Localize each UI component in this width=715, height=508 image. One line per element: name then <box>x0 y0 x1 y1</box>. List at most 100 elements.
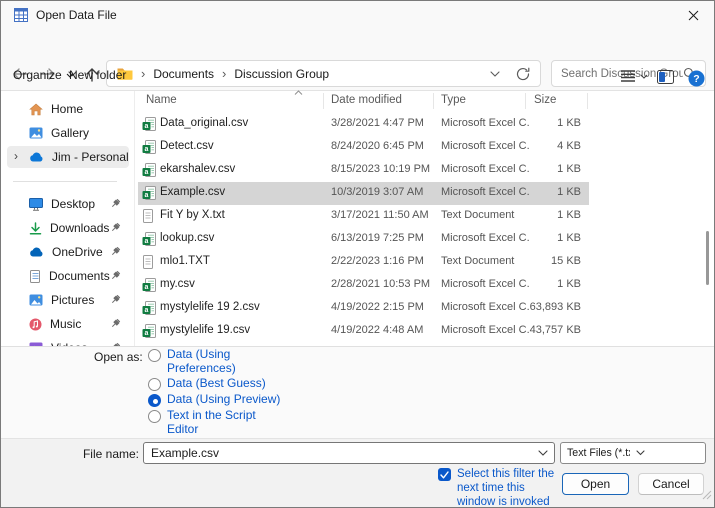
pin-icon <box>111 246 121 256</box>
table-row[interactable]: a my.csv 2/28/2021 10:53 PM Microsoft Ex… <box>138 274 589 297</box>
breadcrumb-separator: › <box>222 66 227 81</box>
file-size: 43,757 KB <box>529 324 581 336</box>
file-name-input[interactable] <box>144 446 536 460</box>
sidebar-item-documents[interactable]: Documents <box>7 265 129 287</box>
file-name: Fit Y by X.txt <box>160 209 225 221</box>
svg-text:a: a <box>144 146 148 153</box>
column-divider[interactable] <box>323 93 324 109</box>
radio-data-using-preview[interactable]: Data (Using Preview) <box>148 392 280 407</box>
pin-icon <box>111 318 121 328</box>
excel-csv-file-icon: a <box>142 324 156 338</box>
file-date-modified: 3/17/2021 11:50 AM <box>331 209 429 221</box>
sidebar-item-music[interactable]: Music <box>7 313 129 335</box>
column-header-type[interactable]: Type <box>441 94 466 106</box>
refresh-icon[interactable] <box>516 67 530 81</box>
close-button[interactable] <box>672 1 714 29</box>
open-button[interactable]: Open <box>562 473 629 495</box>
text-file-icon <box>143 255 153 269</box>
column-divider[interactable] <box>433 93 434 109</box>
file-name: mystylelife 19 2.csv <box>160 301 260 313</box>
table-row[interactable]: a Detect.csv 8/24/2020 6:45 PM Microsoft… <box>138 136 589 159</box>
column-header-name[interactable]: Name <box>146 94 177 106</box>
sidebar-item-gallery[interactable]: Gallery <box>7 122 129 144</box>
column-header-size[interactable]: Size <box>534 94 556 106</box>
file-type-filter-value: Text Files (*.txt;*.csv;*.dat;*.tsv) <box>567 447 630 459</box>
column-header-date-modified[interactable]: Date modified <box>331 94 402 106</box>
radio-icon <box>148 349 161 362</box>
breadcrumb-separator: › <box>141 66 146 81</box>
table-row[interactable]: mlo1.TXT 2/22/2023 1:16 PM Text Document… <box>138 251 589 274</box>
excel-csv-file-icon: a <box>142 163 156 177</box>
open-as-label: Open as: <box>94 350 143 364</box>
sidebar-item-onedrive[interactable]: OneDrive <box>7 241 129 263</box>
table-row[interactable]: a Example.csv 10/3/2019 3:07 AM Microsof… <box>138 182 589 205</box>
preview-pane-button[interactable] <box>657 70 674 84</box>
file-date-modified: 2/28/2021 10:53 PM <box>331 278 431 290</box>
remember-filter-label: Select this filter the next time this wi… <box>457 468 555 508</box>
vertical-scrollbar-thumb[interactable] <box>706 231 709 285</box>
file-date-modified: 8/15/2023 10:19 PM <box>331 163 431 175</box>
column-divider[interactable] <box>525 93 526 109</box>
desktop-icon <box>29 197 43 211</box>
table-row[interactable]: a lookup.csv 6/13/2019 7:25 PM Microsoft… <box>138 228 589 251</box>
pin-icon <box>111 198 121 208</box>
gallery-icon <box>29 127 43 139</box>
chevron-down-icon[interactable] <box>538 450 548 456</box>
table-row[interactable]: Fit Y by X.txt 3/17/2021 11:50 AM Text D… <box>138 205 589 228</box>
sidebar-item-jim-personal[interactable]: › Jim - Personal <box>7 146 129 168</box>
table-row[interactable]: a mystylelife 19 2.csv 4/19/2022 2:15 PM… <box>138 297 589 320</box>
radio-icon <box>148 410 161 423</box>
open-data-file-dialog: Open Data File › Documents › Discussion … <box>0 0 715 508</box>
excel-csv-file-icon: a <box>142 186 156 200</box>
excel-csv-file-icon: a <box>142 278 156 292</box>
text-doc-icon <box>142 255 154 274</box>
excel-csv-file-icon: a <box>142 232 156 246</box>
text-file-icon <box>143 209 153 223</box>
music-icon <box>29 318 42 330</box>
view-mode-button[interactable] <box>621 70 648 82</box>
sidebar-item-pictures[interactable]: Pictures <box>7 289 129 311</box>
file-name: Example.csv <box>160 186 226 198</box>
radio-text-in-script-editor[interactable]: Text in the Script Editor <box>148 408 288 436</box>
svg-text:a: a <box>144 169 148 176</box>
sort-ascending-icon <box>294 90 303 95</box>
breadcrumb[interactable]: › Documents › Discussion Group <box>106 60 541 87</box>
pin-icon <box>111 294 121 304</box>
breadcrumb-item-discussion-group[interactable]: Discussion Group <box>234 67 329 81</box>
table-row[interactable]: a mystylelife 19.csv 4/19/2022 4:48 AM M… <box>138 320 589 343</box>
address-dropdown-icon[interactable] <box>490 70 500 77</box>
file-name: ekarshalev.csv <box>160 163 236 175</box>
file-size: 1 KB <box>557 209 581 221</box>
cancel-button[interactable]: Cancel <box>638 473 704 495</box>
sidebar-item-desktop[interactable]: Desktop <box>7 193 129 215</box>
radio-data-using-preferences[interactable]: Data (Using Preferences) <box>148 347 288 375</box>
resize-grip[interactable] <box>702 487 712 505</box>
column-divider[interactable] <box>587 93 588 109</box>
table-row[interactable]: a Data_original.csv 3/28/2021 4:47 PM Mi… <box>138 113 589 136</box>
file-size: 1 KB <box>557 117 581 129</box>
expand-chevron-icon[interactable]: › <box>14 149 18 163</box>
file-size: 4 KB <box>557 140 581 152</box>
file-size: 1 KB <box>557 163 581 175</box>
breadcrumb-item-documents[interactable]: Documents <box>153 67 214 81</box>
remember-filter-checkbox[interactable] <box>438 468 451 481</box>
file-type-filter-dropdown[interactable]: Text Files (*.txt;*.csv;*.dat;*.tsv) <box>560 442 706 464</box>
title-bar: Open Data File <box>1 1 714 29</box>
file-size: 1 KB <box>557 278 581 290</box>
svg-text:a: a <box>144 284 148 291</box>
excel-csv-icon: a <box>142 324 156 343</box>
help-button[interactable]: ? <box>688 70 705 87</box>
file-name: Data_original.csv <box>160 117 249 129</box>
window-title: Open Data File <box>36 8 117 22</box>
svg-text:a: a <box>144 238 148 245</box>
sidebar-item-home[interactable]: Home <box>7 98 129 120</box>
excel-csv-icon: a <box>142 301 156 320</box>
sidebar-item-downloads[interactable]: Downloads <box>7 217 129 239</box>
organize-button[interactable]: Organize <box>13 68 74 82</box>
radio-data-best-guess[interactable]: Data (Best Guess) <box>148 376 266 391</box>
new-folder-button[interactable]: New folder <box>69 68 126 82</box>
table-row[interactable]: a ekarshalev.csv 8/15/2023 10:19 PM Micr… <box>138 159 589 182</box>
excel-csv-icon: a <box>142 117 156 136</box>
file-name-combobox[interactable] <box>143 442 555 464</box>
close-icon <box>688 10 698 20</box>
